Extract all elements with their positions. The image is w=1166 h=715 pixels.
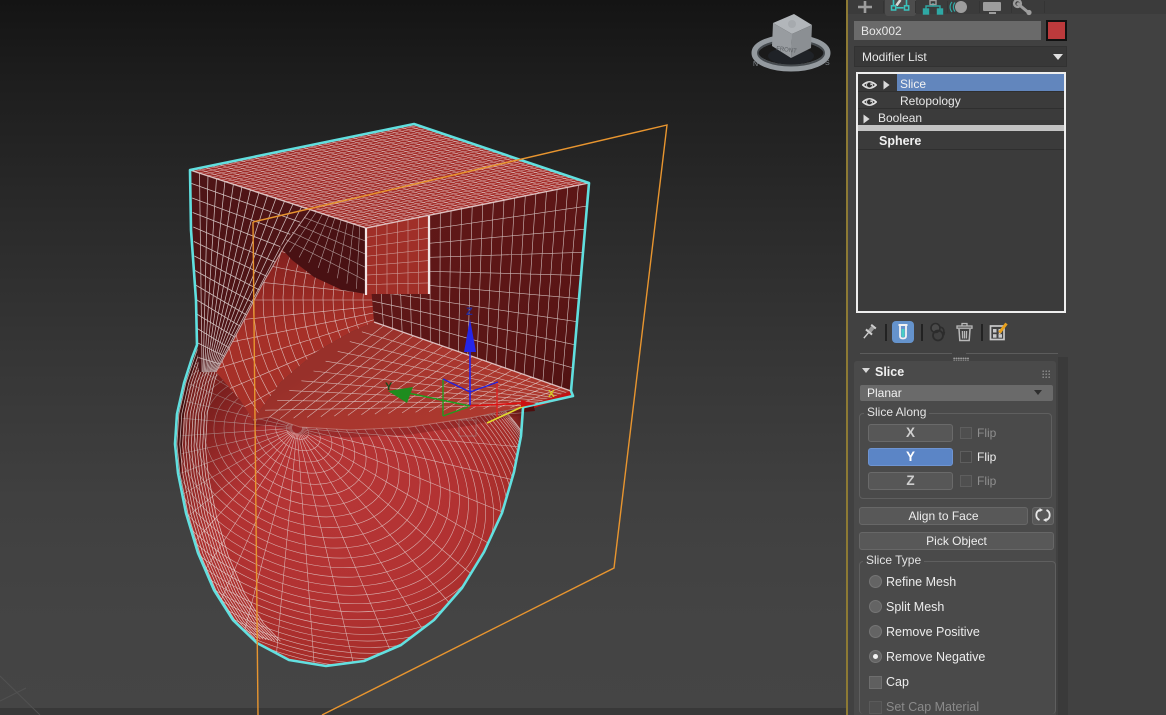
svg-text:X: X	[548, 389, 555, 400]
svg-text:Z: Z	[466, 306, 473, 318]
svg-text:S: S	[825, 60, 830, 67]
svg-text:N: N	[753, 61, 758, 68]
svg-text:Y: Y	[385, 381, 393, 393]
